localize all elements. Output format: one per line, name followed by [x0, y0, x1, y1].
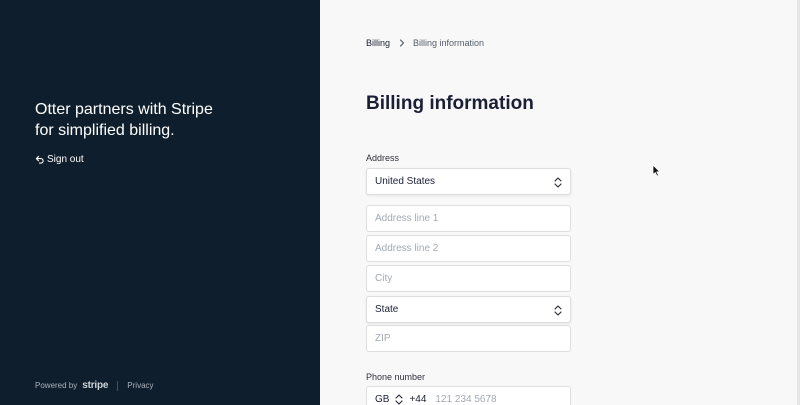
address-line1-field[interactable]: Address line 1 [366, 205, 571, 232]
sidebar: Otter partners with Stripe for simplifie… [0, 0, 320, 405]
state-select-value: State [375, 304, 399, 315]
chevron-up-down-icon [554, 177, 562, 188]
stripe-logo[interactable]: stripe [82, 380, 108, 391]
zip-field[interactable]: ZIP [366, 325, 571, 352]
sidebar-tagline: Otter partners with Stripe for simplifie… [35, 101, 213, 139]
chevron-right-icon [399, 39, 405, 47]
sign-out-link[interactable]: Sign out [35, 154, 84, 165]
address-line1-placeholder: Address line 1 [375, 213, 439, 224]
address-line2-placeholder: Address line 2 [375, 243, 439, 254]
sign-out-label: Sign out [47, 154, 84, 165]
city-field[interactable]: City [366, 265, 571, 292]
breadcrumb-billing-link[interactable]: Billing [366, 38, 390, 48]
country-select-value: United States [375, 176, 436, 187]
phone-label: Phone number [366, 372, 426, 382]
mouse-cursor-icon [652, 164, 661, 177]
city-placeholder: City [375, 273, 393, 284]
sign-out-arrow-icon [35, 155, 44, 164]
breadcrumb: Billing Billing information [366, 38, 484, 48]
chevron-up-down-icon [554, 305, 562, 316]
address-label: Address [366, 153, 400, 163]
state-select[interactable]: State [366, 296, 571, 323]
address-line2-field[interactable]: Address line 2 [366, 235, 571, 262]
sidebar-footer: Powered by stripe Privacy [35, 380, 154, 391]
chevron-up-down-icon[interactable] [395, 394, 404, 405]
phone-prefix: +44 [409, 394, 427, 405]
breadcrumb-current: Billing information [413, 38, 485, 48]
privacy-link[interactable]: Privacy [127, 381, 153, 390]
phone-placeholder: 121 234 5678 [435, 394, 497, 405]
main-content: Billing Billing information Billing info… [320, 0, 800, 405]
phone-field[interactable]: GB +44 121 234 5678 [366, 386, 571, 405]
footer-divider [117, 380, 119, 391]
page-title: Billing information [366, 93, 534, 114]
phone-country-code[interactable]: GB [375, 394, 389, 405]
powered-by-label: Powered by [35, 381, 78, 390]
country-select[interactable]: United States [366, 168, 571, 195]
zip-placeholder: ZIP [375, 333, 391, 344]
